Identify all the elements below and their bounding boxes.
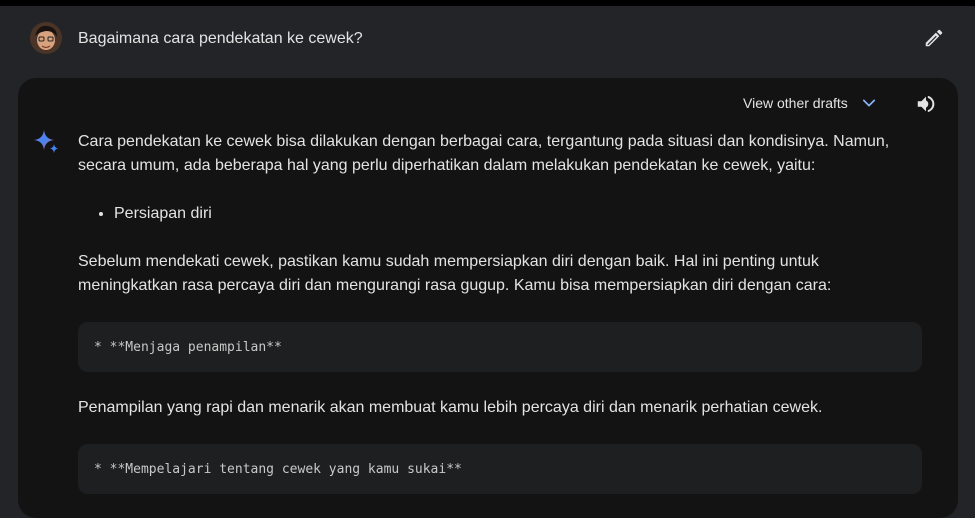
edit-prompt-button[interactable] — [920, 24, 948, 52]
response-card: View other drafts Cara pendekatan ke cew… — [18, 78, 958, 518]
response-paragraph: Cara pendekatan ke cewek bisa dilakukan … — [78, 133, 890, 174]
bullet-list: Persiapan diri — [78, 202, 922, 226]
user-avatar[interactable] — [30, 22, 62, 54]
response-content: Cara pendekatan ke cewek bisa dilakukan … — [78, 130, 922, 494]
response-paragraph: Sebelum mendekati cewek, pastikan kamu s… — [78, 253, 832, 294]
code-block: * **Menjaga penampilan** — [78, 322, 922, 372]
response-paragraph: Penampilan yang rapi dan menarik akan me… — [78, 399, 823, 416]
chevron-down-icon — [860, 94, 878, 112]
bullet-item: Persiapan diri — [114, 202, 922, 226]
sparkle-icon — [32, 128, 60, 156]
view-other-drafts-button[interactable]: View other drafts — [743, 92, 878, 114]
pencil-icon — [925, 29, 943, 47]
read-aloud-button[interactable] — [914, 92, 938, 116]
user-prompt-row: Bagaimana cara pendekatan ke cewek? — [0, 6, 975, 72]
code-block: * **Mempelajari tentang cewek yang kamu … — [78, 444, 922, 494]
view-other-drafts-label: View other drafts — [743, 95, 848, 111]
speaker-icon — [917, 95, 935, 113]
user-prompt-text: Bagaimana cara pendekatan ke cewek? — [78, 30, 363, 47]
